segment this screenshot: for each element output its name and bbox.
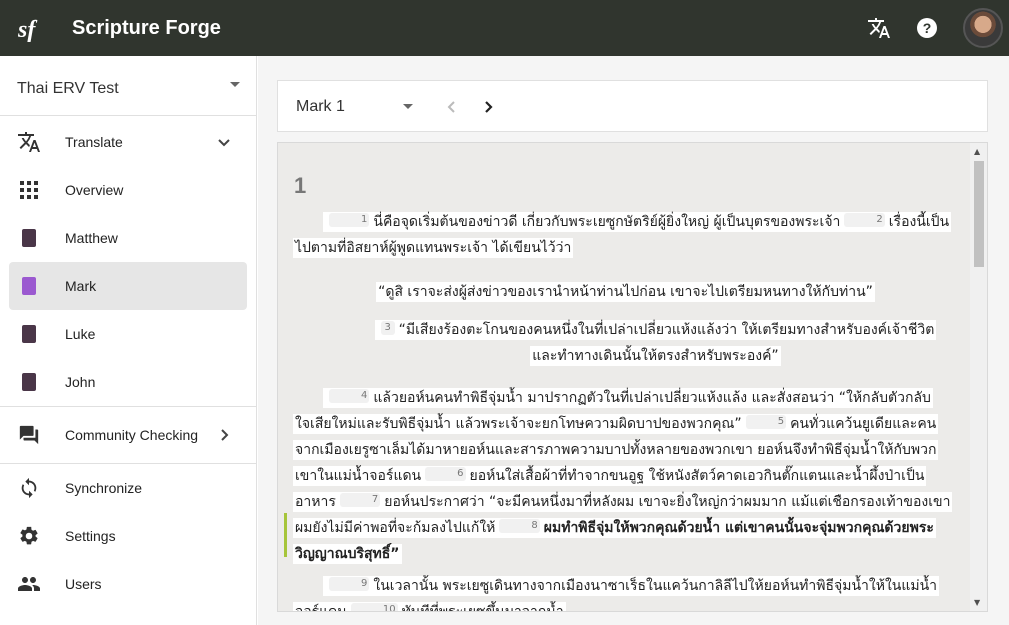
verse-number: 3	[380, 321, 395, 335]
main-content: Mark 1 1 1 นี่คือจุดเริ่มต้นของข่าวดี เกี…	[258, 56, 1009, 625]
sidebar-item-settings[interactable]: Settings	[0, 512, 256, 560]
chapter-select[interactable]: Mark 1	[296, 98, 345, 116]
book-icon	[17, 274, 41, 298]
sidebar-item-label: Overview	[65, 182, 124, 198]
sidebar-item-mark[interactable]: Mark	[9, 262, 247, 310]
sidebar-item-users[interactable]: Users	[0, 560, 256, 608]
forum-icon	[17, 423, 41, 447]
poetry-line[interactable]: 3 “มีเสียงร้องตะโกนของคนหนึ่งในที่เปล่าเป…	[293, 317, 958, 369]
sidebar-item-label: John	[65, 374, 96, 390]
sidebar: Thai ERV Test Translate Overview Matthew…	[0, 56, 257, 625]
project-name: Thai ERV Test	[17, 80, 119, 97]
scroll-up-icon[interactable]: ▲	[974, 147, 980, 156]
verse-text[interactable]: นี่คือจุดเริ่มต้นของข่าวดี เกี่ยวกับพระเ…	[373, 214, 840, 230]
sidebar-item-synchronize[interactable]: Synchronize	[0, 464, 256, 512]
editor-scrollbar[interactable]: ▲ ▼	[970, 143, 987, 611]
verse-number: 9	[329, 577, 370, 591]
grid-icon	[17, 178, 41, 202]
dropdown-caret-icon[interactable]	[403, 104, 413, 109]
scroll-down-icon[interactable]: ▼	[974, 598, 980, 607]
dropdown-caret-icon	[230, 82, 240, 87]
chapter-number: 1	[294, 173, 307, 198]
paragraph[interactable]: 4 แล้วยอห์นคนทำพิธีจุ่มน้ำ มาปรากฏตัวในที…	[293, 385, 958, 567]
verse-number: 6	[425, 467, 466, 481]
book-icon	[17, 370, 41, 394]
sidebar-item-label: Settings	[65, 528, 116, 544]
paragraph[interactable]: 1 นี่คือจุดเริ่มต้นของข่าวดี เกี่ยวกับพระ…	[293, 209, 958, 261]
chapter-nav-bar: Mark 1	[277, 80, 988, 132]
sidebar-item-matthew[interactable]: Matthew	[0, 214, 256, 262]
translate-icon	[17, 130, 41, 154]
sidebar-item-label: Luke	[65, 326, 96, 342]
sync-icon	[17, 476, 41, 500]
sidebar-item-translate[interactable]: Translate	[0, 118, 256, 166]
verse-text[interactable]: “มีเสียงร้องตะโกนของคนหนึ่งในที่เปล่าเปล…	[399, 322, 935, 364]
verse-text[interactable]: ทันทีที่พระเยซูขึ้นมาจากน้ำ	[402, 604, 564, 611]
verse-text[interactable]: “ดูสิ เราจะส่งผู้ส่งข่าวของเรานำหน้าท่าน…	[376, 282, 875, 302]
svg-text:sf: sf	[18, 17, 37, 43]
svg-text:?: ?	[923, 20, 932, 36]
translate-icon[interactable]	[867, 16, 891, 40]
scripture-forge-logo-icon[interactable]: sf	[17, 13, 42, 43]
next-chapter-icon[interactable]	[476, 95, 500, 119]
sidebar-item-label: Users	[65, 576, 102, 592]
verse-number: 4	[329, 389, 370, 403]
book-icon	[17, 322, 41, 346]
app-toolbar: sf Scripture Forge ?	[0, 0, 1009, 56]
sidebar-item-community-checking[interactable]: Community Checking	[0, 407, 256, 463]
sidebar-item-label: Translate	[65, 134, 123, 150]
previous-chapter-icon[interactable]	[440, 95, 464, 119]
scrollbar-thumb[interactable]	[974, 161, 984, 267]
verse-number: 5	[745, 415, 787, 429]
sidebar-item-luke[interactable]: Luke	[0, 310, 256, 358]
verse-number: 7	[339, 493, 381, 507]
gear-icon	[17, 524, 41, 548]
chevron-right-icon	[212, 423, 236, 447]
sidebar-item-label: Community Checking	[65, 427, 199, 443]
poetry-line[interactable]: “ดูสิ เราจะส่งผู้ส่งข่าวของเรานำหน้าท่าน…	[293, 279, 958, 305]
sidebar-item-label: Matthew	[65, 230, 118, 246]
help-icon[interactable]: ?	[915, 16, 939, 40]
change-marker	[284, 513, 287, 557]
sidebar-item-john[interactable]: John	[0, 358, 256, 406]
sidebar-item-label: Synchronize	[65, 480, 143, 496]
app-title[interactable]: Scripture Forge	[72, 17, 221, 40]
user-avatar[interactable]	[963, 8, 1003, 48]
expand-less-icon	[212, 130, 236, 154]
verse-number: 1	[329, 213, 370, 227]
book-icon	[17, 226, 41, 250]
verse-number: 8	[499, 519, 540, 533]
verse-number: 10	[350, 603, 398, 611]
sidebar-item-overview[interactable]: Overview	[0, 166, 256, 214]
paragraph[interactable]: 9 ในเวลานั้น พระเยซูเดินทางจากเมืองนาซาเร…	[293, 573, 958, 611]
people-icon	[17, 572, 41, 596]
project-select[interactable]: Thai ERV Test	[0, 56, 256, 116]
text-editor[interactable]: 1 1 นี่คือจุดเริ่มต้นของข่าวดี เกี่ยวกับพ…	[277, 142, 988, 612]
sidebar-item-label: Mark	[65, 278, 97, 294]
verse-number: 2	[844, 213, 885, 227]
